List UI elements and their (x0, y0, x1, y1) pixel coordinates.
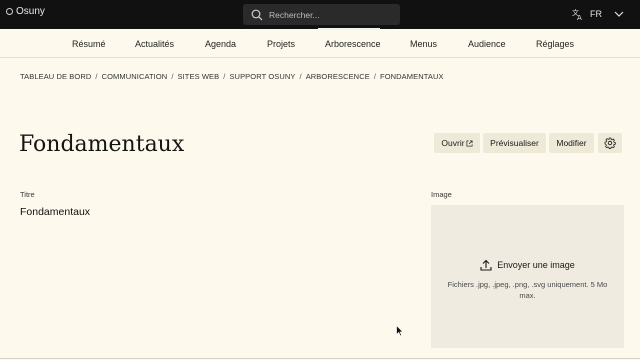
nav-item-arborescence[interactable]: Arborescence (325, 39, 381, 49)
nav-item-projets[interactable]: Projets (267, 39, 295, 49)
external-link-icon (466, 139, 473, 147)
title-field-label: Titre (20, 190, 35, 199)
breadcrumb-item[interactable]: COMMUNICATION (102, 72, 168, 81)
image-dropzone[interactable]: Envoyer une image Fichiers .jpg, .jpeg, … (431, 205, 624, 348)
upload-hint: Fichiers .jpg, .jpeg, .png, .svg uniquem… (447, 280, 608, 300)
open-button-label: Ouvrir (441, 138, 465, 148)
nav-item-agenda[interactable]: Agenda (205, 39, 236, 49)
svg-text:A: A (577, 14, 582, 20)
upload-button[interactable]: Envoyer une image (431, 259, 624, 271)
breadcrumb-separator: / (95, 72, 98, 81)
search-placeholder: Rechercher... (269, 9, 320, 20)
language-selector[interactable]: 文 A FR (572, 8, 624, 20)
gear-icon (604, 137, 616, 149)
nav-item-menus[interactable]: Menus (410, 39, 437, 49)
mouse-cursor-icon (396, 325, 404, 337)
language-label: FR (590, 9, 602, 19)
upload-label: Envoyer une image (497, 260, 575, 270)
brand[interactable]: Osuny (6, 6, 45, 17)
breadcrumb: TABLEAU DE BORD / COMMUNICATION / SITES WEB /… (20, 72, 444, 81)
title-field-value: Fondamentaux (20, 206, 91, 218)
nav-item-audience[interactable]: Audience (468, 39, 506, 49)
translate-icon: 文 A (572, 8, 582, 20)
breadcrumb-item[interactable]: SUPPORT OSUNY (229, 72, 295, 81)
settings-button[interactable] (598, 133, 622, 153)
breadcrumb-item[interactable]: ARBORESCENCE (306, 72, 370, 81)
breadcrumb-separator: / (373, 72, 377, 81)
open-button[interactable]: Ouvrir (434, 133, 480, 153)
breadcrumb-item[interactable]: SITES WEB (178, 72, 220, 81)
page-title: Fondamentaux (19, 132, 185, 157)
top-bar: Osuny Rechercher... 文 A FR (0, 0, 640, 30)
edit-button[interactable]: Modifier (549, 133, 594, 153)
breadcrumb-separator: / (223, 72, 226, 81)
nav-item-resume[interactable]: Résumé (72, 39, 106, 49)
breadcrumb-current: FONDAMENTAUX (380, 72, 444, 81)
chevron-down-icon (614, 11, 624, 17)
breadcrumb-separator: / (171, 72, 174, 81)
image-field-label: Image (431, 190, 452, 199)
nav-item-actualites[interactable]: Actualités (135, 39, 174, 49)
section-nav: Résumé Actualités Agenda Projets Arbores… (0, 30, 640, 58)
nav-item-reglages[interactable]: Réglages (536, 39, 574, 49)
osuny-logo-icon (6, 8, 13, 15)
upload-icon (480, 259, 492, 271)
preview-button[interactable]: Prévisualiser (483, 133, 546, 153)
breadcrumb-separator: / (299, 72, 302, 81)
breadcrumb-item[interactable]: TABLEAU DE BORD (20, 72, 91, 81)
brand-label: Osuny (16, 6, 45, 17)
search-input[interactable]: Rechercher... (243, 4, 400, 25)
search-icon (251, 9, 263, 20)
divider (0, 358, 640, 359)
